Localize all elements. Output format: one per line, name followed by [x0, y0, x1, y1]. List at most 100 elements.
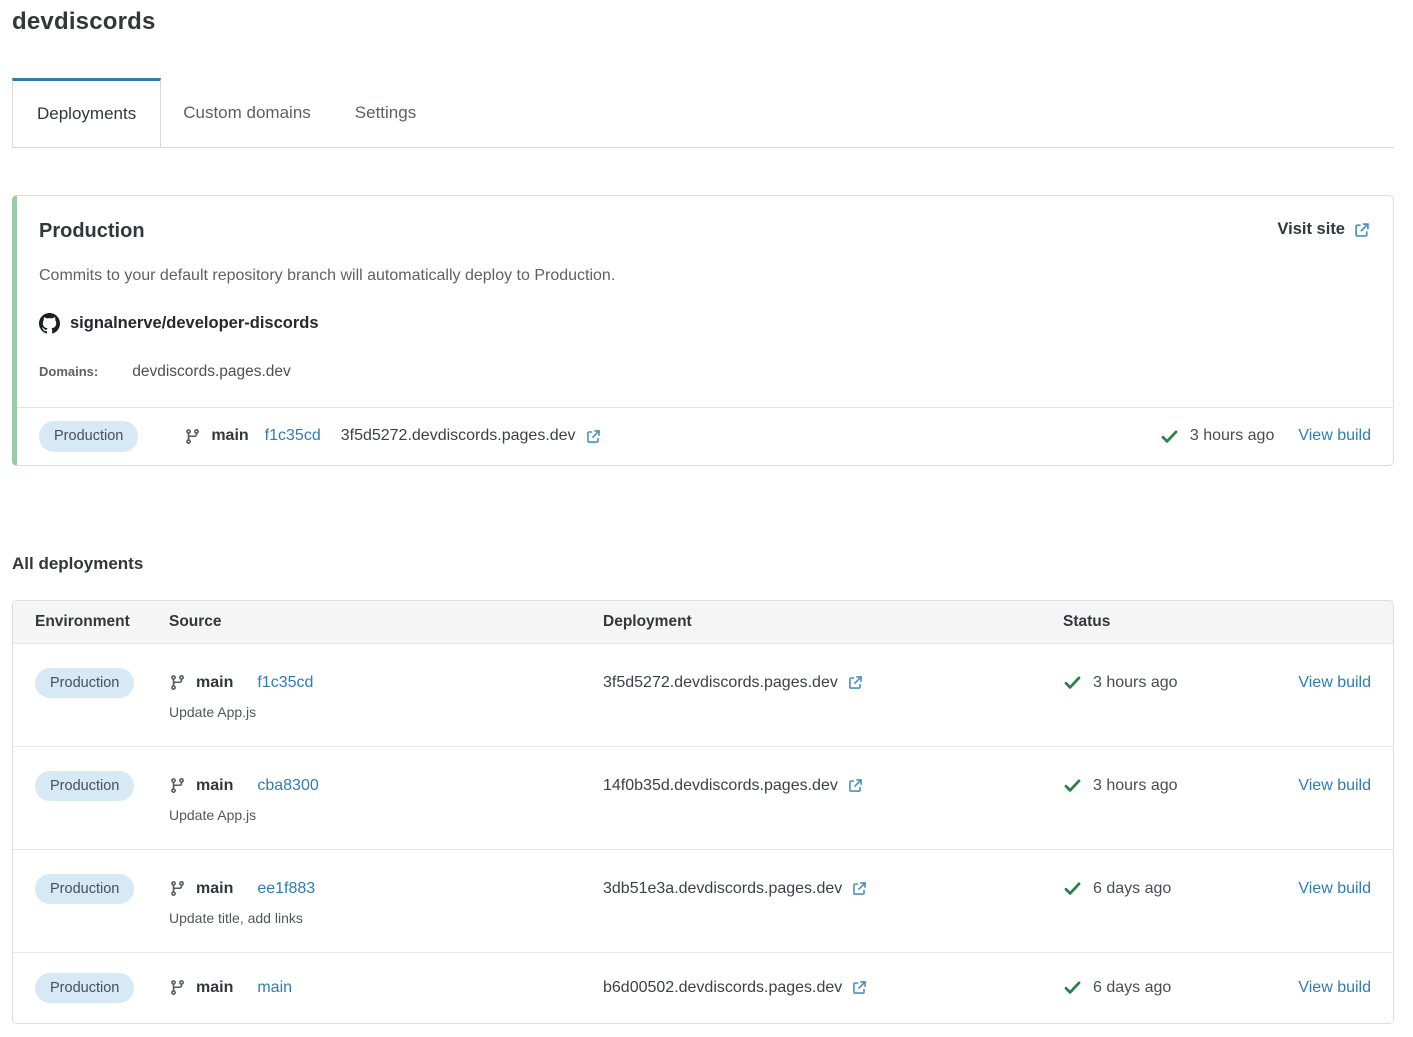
- commit-message: Update App.js: [169, 704, 603, 720]
- deployment-url: b6d00502.devdiscords.pages.dev: [603, 979, 842, 997]
- deployment-url-link[interactable]: 3db51e3a.devdiscords.pages.dev: [603, 880, 868, 898]
- repo-link[interactable]: signalnerve/developer-discords: [39, 313, 319, 334]
- actions-cell: View build: [1282, 874, 1371, 904]
- source-cell: main cba8300 Update App.js: [169, 771, 603, 823]
- visit-site-label: Visit site: [1277, 220, 1345, 239]
- page-title: devdiscords: [12, 8, 1394, 36]
- repo-name: signalnerve/developer-discords: [70, 314, 319, 333]
- domains-label: Domains:: [39, 364, 98, 379]
- actions-cell: View build: [1282, 668, 1371, 698]
- production-card: Production Visit site Commits to your de…: [12, 195, 1394, 466]
- environment-badge: Production: [35, 771, 134, 802]
- status-cell: 3 hours ago: [1063, 668, 1282, 698]
- column-deployment: Deployment: [603, 613, 1063, 631]
- external-link-icon: [851, 979, 868, 996]
- column-environment: Environment: [35, 613, 169, 631]
- status-time: 3 hours ago: [1190, 427, 1275, 445]
- deployment-cell: 3f5d5272.devdiscords.pages.dev: [603, 668, 1063, 698]
- status-cell: 6 days ago: [1063, 973, 1282, 1003]
- external-link-icon: [847, 777, 864, 794]
- branch-name: main: [196, 979, 233, 997]
- branch-group: main: [184, 427, 248, 445]
- source-cell: main f1c35cd Update App.js: [169, 668, 603, 720]
- actions-cell: View build: [1282, 973, 1371, 1003]
- column-actions: [1282, 613, 1371, 631]
- commit-link[interactable]: f1c35cd: [257, 674, 313, 692]
- deployment-url: 3f5d5272.devdiscords.pages.dev: [603, 674, 838, 692]
- column-source: Source: [169, 613, 603, 631]
- deployment-url: 3f5d5272.devdiscords.pages.dev: [341, 427, 576, 445]
- table-row: Production main main b6d00502.devdiscord…: [13, 952, 1393, 1024]
- git-branch-icon: [184, 428, 201, 445]
- status-group: 3 hours ago: [1160, 427, 1275, 446]
- commit-message: Update title, add links: [169, 910, 603, 926]
- view-build-link[interactable]: View build: [1298, 674, 1371, 692]
- table-row: Production main ee1f883 Update title, ad…: [13, 849, 1393, 952]
- deployment-cell: 3db51e3a.devdiscords.pages.dev: [603, 874, 1063, 904]
- deployment-url: 14f0b35d.devdiscords.pages.dev: [603, 777, 838, 795]
- table-row: Production main f1c35cd Update App.js 3f…: [13, 644, 1393, 746]
- tab-settings[interactable]: Settings: [333, 78, 438, 147]
- git-branch-icon: [169, 880, 186, 897]
- commit-link[interactable]: ee1f883: [257, 880, 315, 898]
- commit-link[interactable]: f1c35cd: [265, 427, 321, 445]
- table-header: Environment Source Deployment Status: [13, 601, 1393, 644]
- table-body: Production main f1c35cd Update App.js 3f…: [13, 644, 1393, 1024]
- deployment-url-link[interactable]: 3f5d5272.devdiscords.pages.dev: [341, 427, 602, 445]
- environment-cell: Production: [35, 874, 169, 905]
- deployment-cell: 14f0b35d.devdiscords.pages.dev: [603, 771, 1063, 801]
- deployment-url-link[interactable]: b6d00502.devdiscords.pages.dev: [603, 979, 868, 997]
- git-branch-icon: [169, 777, 186, 794]
- production-title: Production: [39, 220, 145, 243]
- environment-cell: Production: [35, 668, 169, 699]
- tab-bar: Deployments Custom domains Settings: [12, 78, 1394, 148]
- deployment-url-link[interactable]: 14f0b35d.devdiscords.pages.dev: [603, 777, 864, 795]
- view-build-link[interactable]: View build: [1298, 427, 1371, 445]
- commit-message: Update App.js: [169, 807, 603, 823]
- external-link-icon: [585, 428, 602, 445]
- external-link-icon: [851, 880, 868, 897]
- deployment-url-link[interactable]: 3f5d5272.devdiscords.pages.dev: [603, 674, 864, 692]
- environment-badge: Production: [35, 973, 134, 1004]
- deployment-cell: b6d00502.devdiscords.pages.dev: [603, 973, 1063, 1003]
- source-cell: main ee1f883 Update title, add links: [169, 874, 603, 926]
- status-cell: 6 days ago: [1063, 874, 1282, 904]
- branch-name: main: [196, 880, 233, 898]
- commit-link[interactable]: main: [257, 979, 292, 997]
- deployment-url: 3db51e3a.devdiscords.pages.dev: [603, 880, 842, 898]
- status-time: 3 hours ago: [1093, 777, 1178, 795]
- all-deployments-title: All deployments: [12, 554, 1394, 574]
- production-description: Commits to your default repository branc…: [39, 267, 1371, 285]
- check-icon: [1063, 776, 1082, 795]
- check-icon: [1063, 978, 1082, 997]
- git-branch-icon: [169, 674, 186, 691]
- status-time: 3 hours ago: [1093, 674, 1178, 692]
- environment-cell: Production: [35, 771, 169, 802]
- view-build-link[interactable]: View build: [1298, 777, 1371, 795]
- check-icon: [1063, 879, 1082, 898]
- git-branch-icon: [169, 979, 186, 996]
- view-build-link[interactable]: View build: [1298, 880, 1371, 898]
- actions-cell: View build: [1282, 771, 1371, 801]
- deployments-table: Environment Source Deployment Status Pro…: [12, 600, 1394, 1025]
- page-root: devdiscords Deployments Custom domains S…: [0, 0, 1413, 1024]
- external-link-icon: [847, 674, 864, 691]
- github-icon: [39, 313, 60, 334]
- domains-value: devdiscords.pages.dev: [132, 363, 291, 381]
- production-deployment-row: Production main f1c35cd 3f5d5272.devdisc…: [17, 407, 1393, 465]
- branch-name: main: [196, 674, 233, 692]
- check-icon: [1160, 427, 1179, 446]
- tab-custom-domains[interactable]: Custom domains: [161, 78, 333, 147]
- environment-badge: Production: [35, 874, 134, 905]
- status-time: 6 days ago: [1093, 979, 1171, 997]
- tab-deployments[interactable]: Deployments: [12, 78, 161, 147]
- view-build-link[interactable]: View build: [1298, 979, 1371, 997]
- external-link-icon: [1353, 221, 1371, 239]
- source-cell: main main: [169, 973, 603, 1003]
- visit-site-link[interactable]: Visit site: [1277, 220, 1371, 239]
- environment-badge: Production: [39, 421, 138, 452]
- domains-row: Domains: devdiscords.pages.dev: [39, 363, 1371, 381]
- column-status: Status: [1063, 613, 1282, 631]
- commit-link[interactable]: cba8300: [257, 777, 318, 795]
- check-icon: [1063, 673, 1082, 692]
